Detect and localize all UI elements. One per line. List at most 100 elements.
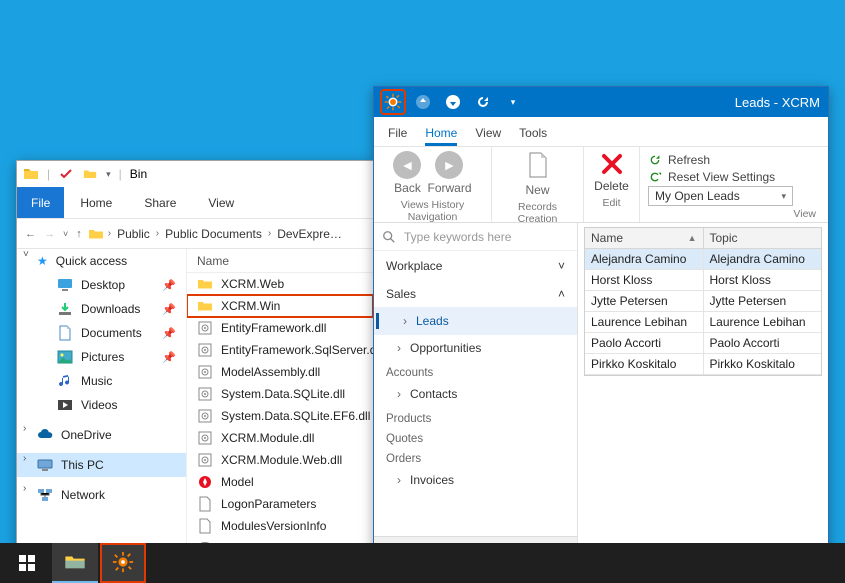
star-icon: ★ (37, 254, 48, 268)
crumb-0[interactable]: Public (115, 227, 152, 241)
back-button[interactable]: ◄Back (393, 151, 421, 195)
qat-down-icon[interactable] (442, 91, 464, 113)
pin-icon: 📌 (162, 327, 176, 340)
menu-view[interactable]: View (475, 126, 501, 146)
file-icon (197, 496, 213, 512)
quick-pictures[interactable]: Pictures📌 (17, 345, 186, 369)
folder-icon (88, 226, 104, 242)
app-titlebar[interactable]: ▾ Leads - XCRM (374, 87, 828, 117)
file-row[interactable]: EntityFramework.SqlServer.dll (187, 339, 373, 361)
taskbar-xcrm[interactable] (100, 543, 146, 583)
file-row[interactable]: Model (187, 471, 373, 493)
file-icon (197, 430, 213, 446)
network-icon (37, 487, 53, 503)
grid-row[interactable]: Alejandra CaminoAlejandra Camino (585, 249, 821, 270)
quick-access[interactable]: ★ Quick access (17, 249, 186, 273)
group-label-records: Records Creation (498, 201, 577, 225)
chevron-right-icon: › (400, 314, 410, 328)
chevron-right-icon[interactable]: › (23, 483, 26, 494)
view-selector[interactable]: My Open Leads ▾ (648, 186, 793, 206)
crumb-1[interactable]: Public Documents (163, 227, 264, 241)
new-button[interactable]: New (525, 151, 551, 197)
dropdown-icon[interactable]: ▾ (106, 169, 111, 180)
group-label-view: View (793, 208, 816, 220)
file-icon (197, 518, 213, 534)
home-tab[interactable]: Home (64, 187, 128, 218)
view-tab[interactable]: View (192, 187, 250, 218)
file-row[interactable]: ModelAssembly.dll (187, 361, 373, 383)
back-icon[interactable]: ← (23, 228, 38, 240)
taskbar-explorer[interactable] (52, 543, 98, 583)
menu-file[interactable]: File (388, 126, 407, 146)
nav-opportunities[interactable]: ›Opportunities (374, 335, 577, 361)
quick-videos[interactable]: Videos (17, 393, 186, 417)
grid-row[interactable]: Paolo AccortiPaolo Accorti (585, 333, 821, 354)
chevron-right-icon[interactable]: › (23, 423, 26, 434)
nav-quotes[interactable]: Quotes (374, 427, 577, 447)
grid-row[interactable]: Horst KlossHorst Kloss (585, 270, 821, 291)
nav-leads[interactable]: ›Leads (374, 307, 577, 335)
file-icon (197, 408, 213, 424)
nav-contacts[interactable]: ›Contacts (374, 381, 577, 407)
delete-button[interactable]: Delete (594, 151, 629, 193)
nav-sales[interactable]: Sales˄ (374, 279, 577, 307)
file-row[interactable]: EntityFramework.dll (187, 317, 373, 339)
file-row[interactable]: LogonParameters (187, 493, 373, 515)
explorer-titlebar[interactable]: | ▾ | Bin (17, 161, 373, 187)
forward-button[interactable]: ►Forward (427, 151, 471, 195)
file-row[interactable]: XCRM.Module.dll (187, 427, 373, 449)
file-tab[interactable]: File (17, 187, 64, 218)
nav-accounts[interactable]: Accounts (374, 361, 577, 381)
menu-tools[interactable]: Tools (519, 126, 547, 146)
file-row[interactable]: XCRM.Module.Web.dll (187, 449, 373, 471)
quick-downloads[interactable]: Downloads📌 (17, 297, 186, 321)
nav-products[interactable]: Products (374, 407, 577, 427)
quick-documents[interactable]: Documents📌 (17, 321, 186, 345)
chevron-right-icon[interactable]: › (23, 453, 26, 464)
quick-desktop[interactable]: Desktop📌 (17, 273, 186, 297)
grid-row[interactable]: Pirkko KoskitaloPirkko Koskitalo (585, 354, 821, 375)
file-row[interactable]: XCRM.Web (187, 273, 373, 295)
refresh-button[interactable]: Refresh (648, 151, 820, 169)
data-grid-area: Name▲ Topic Alejandra CaminoAlejandra Ca… (578, 223, 828, 565)
address-bar[interactable]: ← → ˅ ↑ › Public › Public Documents › De… (17, 219, 373, 249)
file-row[interactable]: System.Data.SQLite.dll (187, 383, 373, 405)
file-row[interactable]: ModulesVersionInfo (187, 515, 373, 537)
qat-up-icon[interactable] (412, 91, 434, 113)
recent-icon[interactable]: ˅ (61, 229, 70, 239)
file-row[interactable]: XCRM.Win (187, 295, 373, 317)
nav-invoices[interactable]: ›Invoices (374, 467, 577, 493)
start-button[interactable] (4, 543, 50, 583)
icon (57, 277, 73, 293)
icon (57, 349, 73, 365)
crumb-2[interactable]: DevExpre… (275, 227, 344, 241)
quick-music[interactable]: Music (17, 369, 186, 393)
menu-home[interactable]: Home (425, 126, 457, 146)
app-icon[interactable] (382, 91, 404, 113)
chevron-down-icon[interactable]: ˅ (23, 249, 29, 260)
nav-this-pc[interactable]: This PC (17, 453, 186, 477)
qat-refresh-icon[interactable] (472, 91, 494, 113)
col-name[interactable]: Name▲ (585, 228, 704, 249)
grid-row[interactable]: Laurence LebihanLaurence Lebihan (585, 312, 821, 333)
chevron-down-icon: ˅ (558, 259, 565, 273)
reset-view-button[interactable]: Reset View Settings (648, 169, 820, 187)
file-icon (197, 276, 213, 292)
icon (57, 397, 73, 413)
up-icon[interactable]: ↑ (74, 228, 84, 240)
file-row[interactable]: System.Data.SQLite.EF6.dll (187, 405, 373, 427)
grid-row[interactable]: Jytte PetersenJytte Petersen (585, 291, 821, 312)
leads-grid[interactable]: Name▲ Topic Alejandra CaminoAlejandra Ca… (584, 227, 822, 376)
window-title: Bin (130, 167, 147, 181)
folder-icon (64, 551, 86, 573)
column-header-name[interactable]: Name (187, 249, 373, 273)
nav-network[interactable]: Network (17, 483, 186, 507)
nav-workplace[interactable]: Workplace˅ (374, 251, 577, 279)
col-topic[interactable]: Topic (704, 228, 822, 249)
search-input[interactable]: Type keywords here (374, 223, 577, 251)
qat-customize-icon[interactable]: ▾ (502, 91, 524, 113)
share-tab[interactable]: Share (128, 187, 192, 218)
forward-icon[interactable]: → (42, 228, 57, 240)
nav-orders[interactable]: Orders (374, 447, 577, 467)
nav-onedrive[interactable]: OneDrive (17, 423, 186, 447)
